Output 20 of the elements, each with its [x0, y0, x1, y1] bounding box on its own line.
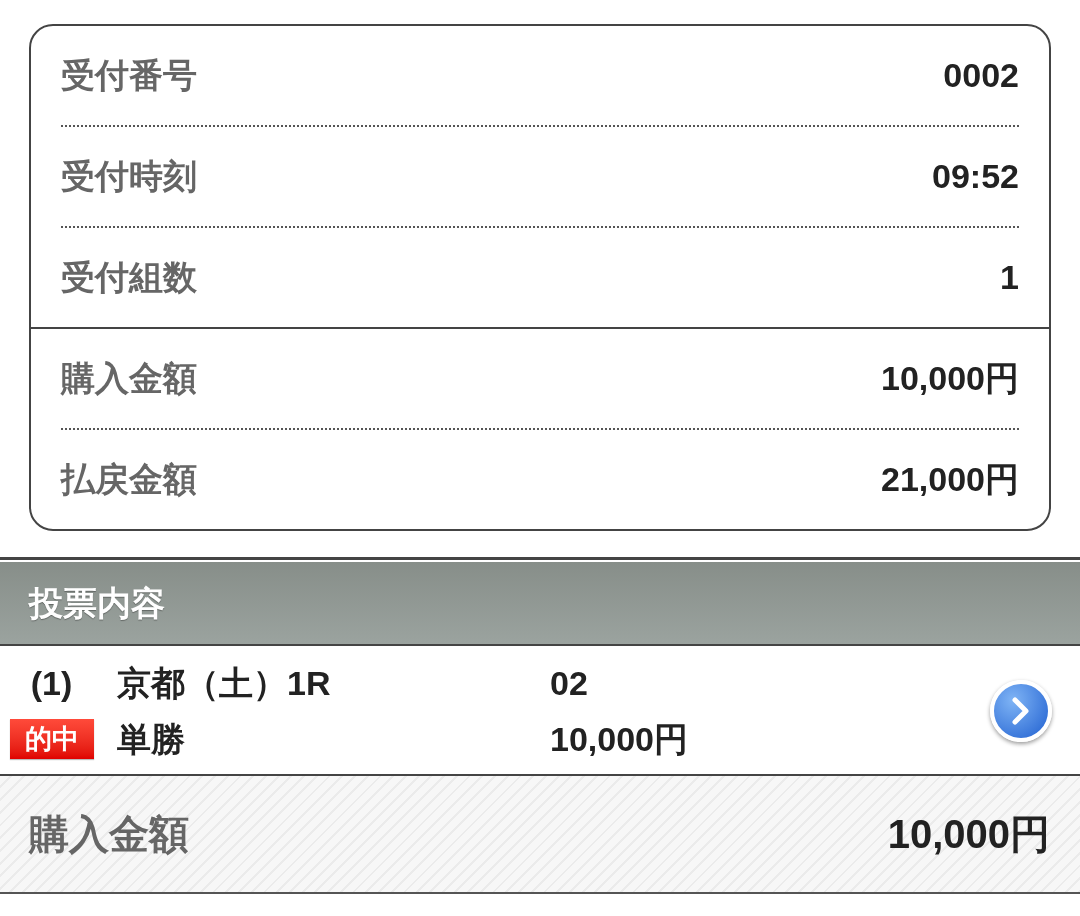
field-label: 払戻金額: [61, 459, 197, 500]
chevron-right-icon: [1011, 697, 1031, 725]
bet-amount: 10,000円: [550, 718, 688, 760]
race-name: 京都（土）1R: [117, 662, 331, 704]
bet-type: 単勝: [117, 718, 185, 760]
total-label: 購入金額: [29, 811, 189, 858]
field-label: 購入金額: [61, 358, 197, 399]
field-value: 21,000円: [881, 459, 1019, 500]
field-value: 10,000円: [881, 358, 1019, 399]
bet-number: (1): [30, 662, 73, 704]
hit-badge: 的中: [10, 719, 94, 759]
total-value: 10,000円: [887, 811, 1050, 858]
horse-number: 02: [550, 662, 588, 704]
field-label: 受付時刻: [61, 156, 197, 197]
field-label: 受付組数: [61, 257, 197, 298]
field-value: 09:52: [932, 156, 1019, 197]
field-label: 受付番号: [61, 55, 197, 96]
field-value: 0002: [943, 55, 1019, 96]
field-value: 1: [1000, 257, 1019, 298]
section-header: 投票内容: [0, 562, 1080, 646]
